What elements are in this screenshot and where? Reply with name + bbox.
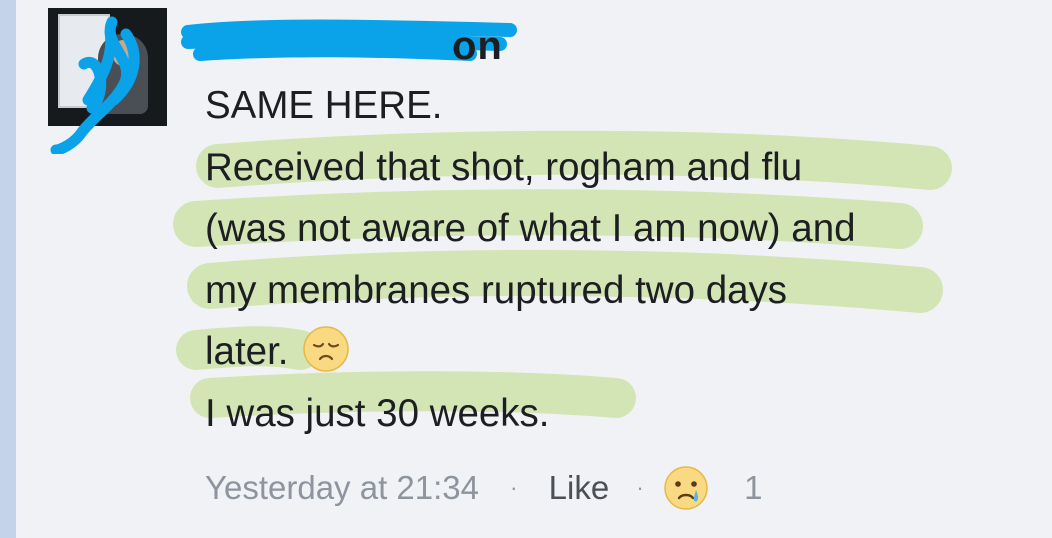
thread-indent-rule — [0, 0, 16, 538]
meta-separator-2: · — [636, 475, 644, 501]
comment-line-5-text: later. — [205, 330, 289, 373]
author-name-fragment[interactable]: on — [452, 26, 503, 66]
like-button[interactable]: Like — [549, 465, 610, 511]
avatar[interactable] — [48, 8, 167, 126]
comment-meta-row: Yesterday at 21:34 · Like · 1 — [205, 463, 762, 511]
comment-line-3: (was not aware of what I am now) and — [205, 207, 856, 250]
comment-line-2: Received that shot, rogham and flu — [205, 145, 803, 189]
comment-line-4: my membranes ruptured two days — [205, 268, 788, 312]
reaction-count[interactable]: 1 — [744, 465, 762, 511]
avatar-face — [112, 40, 134, 66]
crying-face-icon[interactable] — [663, 465, 709, 511]
comment-line-1: SAME HERE. — [205, 84, 443, 127]
comment-timestamp[interactable]: Yesterday at 21:34 — [205, 465, 479, 511]
comment-line-6: I was just 30 weeks. — [205, 391, 550, 435]
comment-text: SAME HERE. Received that shot, rogham an… — [205, 75, 1045, 444]
meta-separator: · — [510, 475, 518, 501]
disappointed-face-icon — [303, 326, 350, 372]
comment-line-5: later. — [205, 321, 1045, 383]
